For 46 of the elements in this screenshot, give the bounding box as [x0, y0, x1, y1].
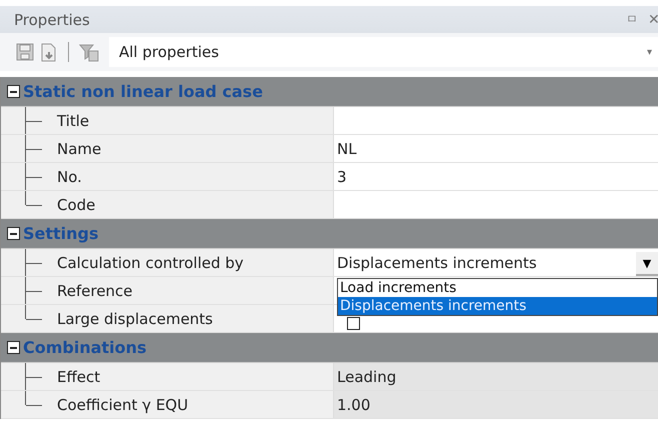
property-label: Reference — [57, 282, 133, 300]
dropdown-button[interactable]: ▼ — [636, 252, 658, 276]
document-arrow-icon[interactable] — [40, 42, 58, 62]
property-label: No. — [57, 168, 82, 186]
dropdown-option[interactable]: Displacements increments — [338, 297, 657, 315]
property-label: Code — [57, 196, 96, 214]
property-label: Title — [57, 112, 90, 130]
tree-line — [25, 249, 44, 276]
property-value[interactable]: 3 — [337, 168, 347, 186]
value-cell[interactable] — [334, 107, 658, 134]
property-label: Coefficient γ EQU — [57, 396, 188, 414]
property-row[interactable]: Coefficient γ EQU 1.00 — [1, 391, 658, 419]
caret-icon[interactable]: ▾ — [646, 46, 652, 58]
property-row[interactable]: Name NL — [1, 135, 658, 163]
section-title: Static non linear load case — [23, 82, 263, 101]
property-label: Name — [57, 140, 102, 158]
tree-line — [25, 135, 44, 162]
property-value[interactable]: NL — [337, 140, 357, 158]
save-icon[interactable] — [16, 43, 34, 61]
filter-dropdown[interactable]: All properties ▾ — [109, 37, 658, 67]
property-value[interactable]: Leading — [337, 368, 396, 386]
collapse-icon[interactable] — [7, 341, 20, 354]
property-value[interactable]: 1.00 — [337, 396, 370, 414]
property-value[interactable]: Displacements increments — [337, 254, 537, 272]
tree-line — [25, 107, 44, 134]
value-cell[interactable]: Leading — [334, 363, 658, 390]
checkbox[interactable] — [347, 317, 360, 330]
collapse-icon[interactable] — [7, 227, 20, 240]
collapse-icon[interactable] — [7, 85, 20, 98]
property-label: Effect — [57, 368, 100, 386]
property-row[interactable]: Code — [1, 191, 658, 219]
property-row[interactable]: No. 3 — [1, 163, 658, 191]
dropdown-option[interactable]: Load increments — [338, 279, 657, 297]
value-cell[interactable]: NL — [334, 135, 658, 162]
section-title: Combinations — [23, 338, 147, 357]
panel-title: Properties — [14, 10, 91, 28]
property-row[interactable]: Title — [1, 107, 658, 135]
value-cell[interactable]: 3 — [334, 163, 658, 190]
pin-button[interactable]: ㅁ — [626, 11, 638, 28]
value-cell[interactable] — [334, 191, 658, 218]
property-row[interactable]: Effect Leading — [1, 363, 658, 391]
filter-icon[interactable] — [79, 42, 99, 62]
property-label: Calculation controlled by — [57, 254, 244, 272]
close-button[interactable]: ✕ — [648, 12, 658, 28]
section-title: Settings — [23, 224, 99, 243]
value-cell[interactable]: 1.00 — [334, 391, 658, 418]
